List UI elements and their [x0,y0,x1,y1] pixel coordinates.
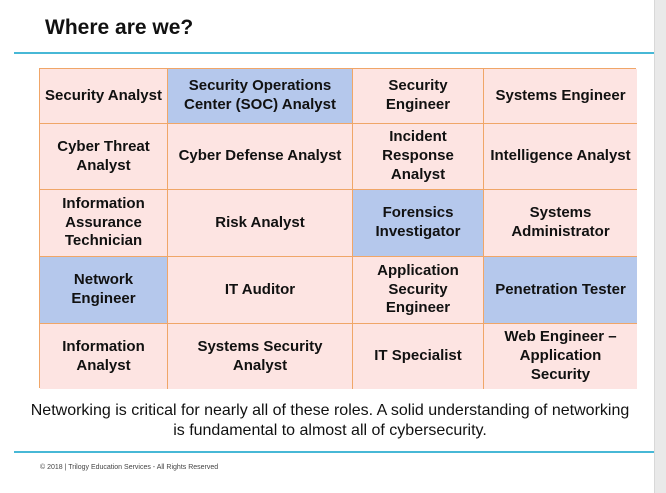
role-cell: Application Security Engineer [353,257,484,324]
role-cell: Systems Administrator [484,190,637,257]
role-cell: Forensics Investigator [353,190,484,257]
top-divider [14,52,654,54]
role-cell: Security Operations Center (SOC) Analyst [168,69,353,124]
role-cell: Cyber Threat Analyst [40,124,168,190]
slide: Where are we? Security Analyst Security O… [0,0,655,493]
role-cell: Incident Response Analyst [353,124,484,190]
bottom-divider [14,451,654,453]
slide-caption: Networking is critical for nearly all of… [30,402,630,440]
role-cell: Cyber Defense Analyst [168,124,353,190]
role-cell: Intelligence Analyst [484,124,637,190]
role-cell: Web Engineer – Application Security [484,324,637,389]
copyright-footer: © 2018 | Trilogy Education Services - Al… [40,464,219,471]
role-cell: Information Assurance Technician [40,190,168,257]
roles-grid: Security Analyst Security Operations Cent… [39,68,637,389]
role-cell: Systems Security Analyst [168,324,353,389]
role-cell: Risk Analyst [168,190,353,257]
slide-title: Where are we? [45,16,194,39]
role-cell: Security Analyst [40,69,168,124]
role-cell: Penetration Tester [484,257,637,324]
role-cell: IT Auditor [168,257,353,324]
role-cell: Systems Engineer [484,69,637,124]
role-cell: IT Specialist [353,324,484,389]
role-cell: Network Engineer [40,257,168,324]
role-cell: Security Engineer [353,69,484,124]
role-cell: Information Analyst [40,324,168,389]
